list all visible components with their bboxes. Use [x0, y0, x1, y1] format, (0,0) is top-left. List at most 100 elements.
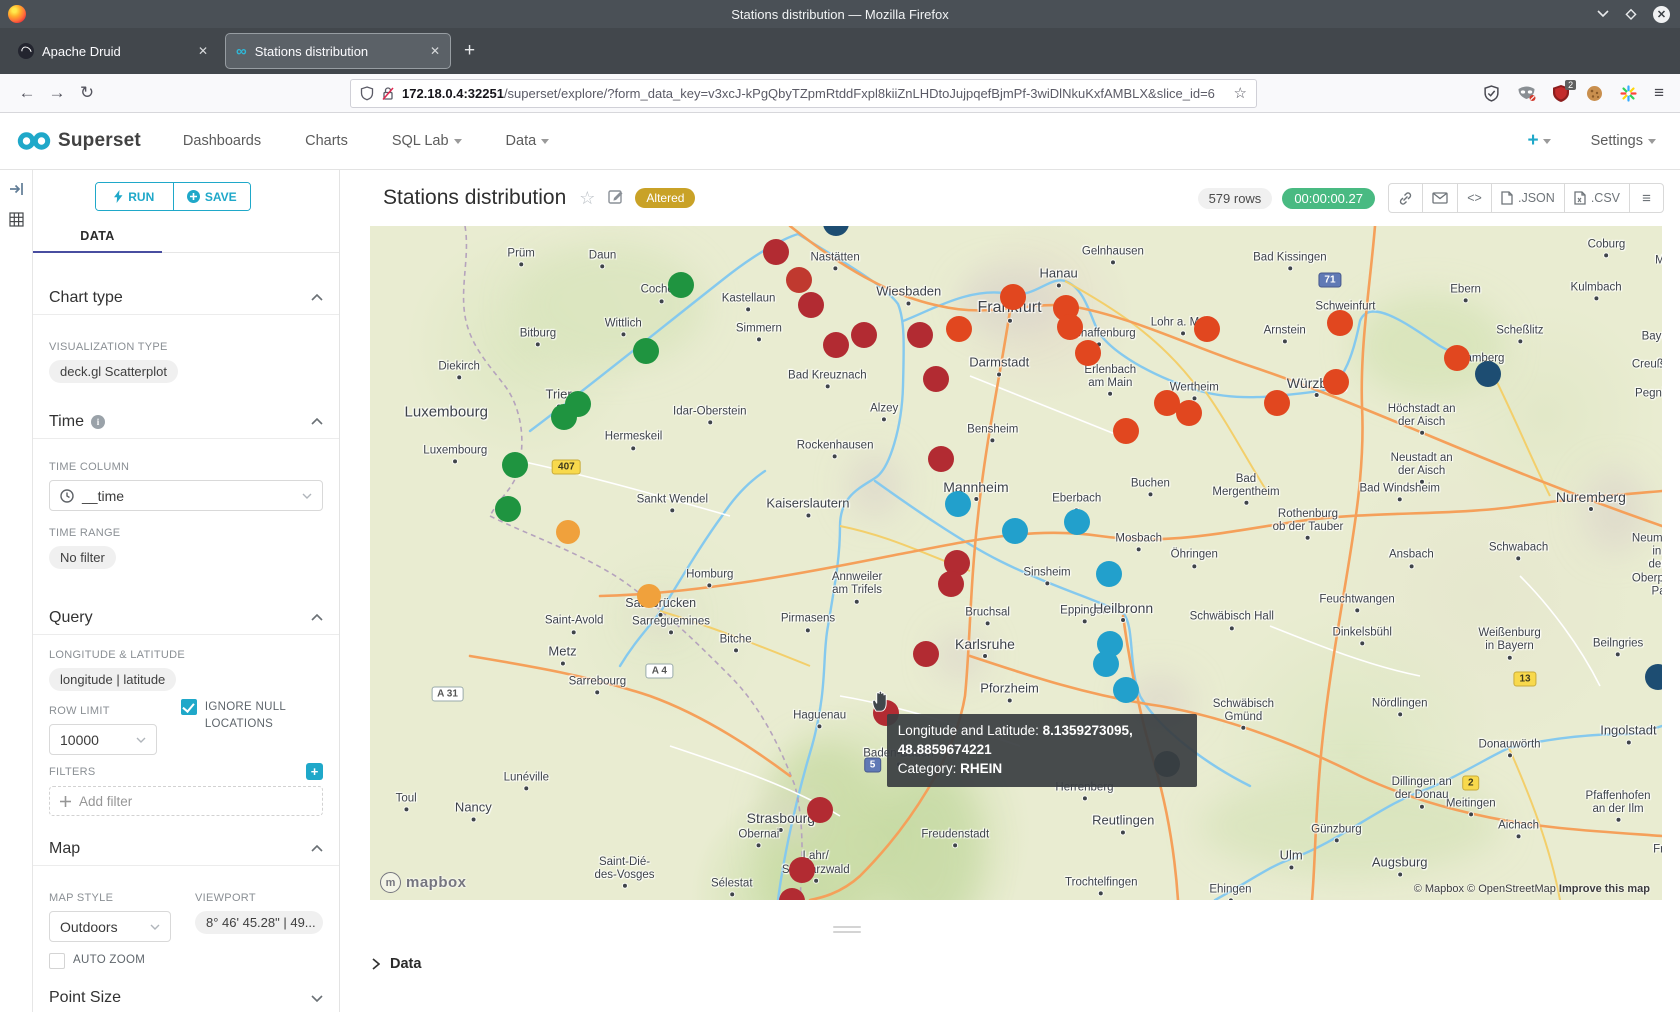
map-point[interactable]: [1176, 400, 1202, 426]
map-point[interactable]: [633, 338, 659, 364]
map-point[interactable]: [913, 641, 939, 667]
time-range-value[interactable]: No filter: [49, 546, 116, 569]
nav-item-dashboards[interactable]: Dashboards: [183, 133, 261, 149]
map-point[interactable]: [907, 322, 933, 348]
map-point[interactable]: [928, 446, 954, 472]
share-link-button[interactable]: [1388, 183, 1423, 213]
save-button[interactable]: SAVE: [173, 183, 251, 210]
minimize-icon[interactable]: [1597, 10, 1609, 18]
superset-logo[interactable]: Superset: [16, 130, 141, 152]
export-csv-button[interactable]: .CSV: [1564, 183, 1630, 213]
add-filter-plus-button[interactable]: +: [306, 763, 323, 780]
dataset-grid-icon[interactable]: [9, 212, 24, 227]
map-point[interactable]: [502, 452, 528, 478]
map-point[interactable]: [1096, 561, 1122, 587]
tab-close-icon[interactable]: ✕: [198, 44, 208, 58]
map-point[interactable]: [851, 322, 877, 348]
tab-apache-druid[interactable]: Apache Druid ✕: [8, 34, 218, 68]
map-point[interactable]: [798, 292, 824, 318]
lock-insecure-icon[interactable]: [381, 86, 395, 101]
back-icon[interactable]: ←: [12, 83, 42, 103]
map-point[interactable]: [668, 272, 694, 298]
mapbox-logo[interactable]: m mapbox: [380, 872, 467, 893]
add-filter-field[interactable]: Add filter: [49, 786, 323, 816]
tab-data[interactable]: DATA: [33, 229, 162, 243]
url-text[interactable]: 172.18.0.4:32251/superset/explore/?form_…: [402, 86, 1227, 101]
map-point[interactable]: [945, 491, 971, 517]
run-button[interactable]: RUN: [96, 183, 173, 210]
data-collapse-header[interactable]: Data: [372, 956, 421, 972]
map-point[interactable]: [1327, 310, 1353, 336]
nav-item-sql-lab[interactable]: SQL Lab: [392, 133, 462, 149]
close-icon[interactable]: ✕: [1653, 6, 1670, 23]
tracking-protection-icon[interactable]: [1483, 85, 1500, 102]
map-point[interactable]: [1444, 345, 1470, 371]
email-button[interactable]: [1422, 183, 1458, 213]
map-point[interactable]: [789, 857, 815, 883]
reload-icon[interactable]: ↻: [72, 83, 102, 103]
nav-item-data[interactable]: Data: [506, 133, 550, 149]
map-point[interactable]: [1113, 677, 1139, 703]
edit-properties-icon[interactable]: [608, 188, 624, 209]
map-point[interactable]: [495, 496, 521, 522]
map-point[interactable]: [1075, 340, 1101, 366]
map-point[interactable]: [1000, 284, 1026, 310]
map-point[interactable]: [938, 571, 964, 597]
map-point[interactable]: [786, 267, 812, 293]
ublock-icon[interactable]: 2: [1553, 85, 1569, 102]
map-point[interactable]: [556, 520, 580, 544]
map-point[interactable]: [1064, 509, 1090, 535]
map-canvas[interactable]: Longitude and Latitude: 8.1359273095, 48…: [370, 226, 1662, 900]
lonlat-value[interactable]: longitude | latitude: [49, 668, 176, 691]
url-bar[interactable]: 172.18.0.4:32251/superset/explore/?form_…: [350, 79, 1257, 108]
map-point[interactable]: [1057, 314, 1083, 340]
viewport-value[interactable]: 8° 46' 45.28" | 49...: [195, 911, 323, 934]
map-point[interactable]: [946, 316, 972, 342]
menu-icon[interactable]: ≡: [1654, 83, 1664, 103]
map-point[interactable]: [1323, 369, 1349, 395]
map-point[interactable]: [823, 332, 849, 358]
map-point[interactable]: [1475, 361, 1501, 387]
section-chart-type[interactable]: Chart type: [33, 281, 339, 315]
export-json-button[interactable]: .JSON: [1491, 183, 1565, 213]
map-style-select[interactable]: Outdoors: [49, 911, 171, 942]
expand-panel-icon[interactable]: [9, 182, 24, 196]
map-attribution[interactable]: © Mapbox © OpenStreetMap Improve this ma…: [1414, 883, 1650, 895]
row-limit-select[interactable]: 10000: [49, 724, 157, 755]
auto-zoom-checkbox[interactable]: [49, 953, 65, 969]
add-new-button[interactable]: +: [1527, 130, 1550, 152]
map-point[interactable]: [1002, 518, 1028, 544]
map-point[interactable]: [1093, 651, 1119, 677]
nav-item-charts[interactable]: Charts: [305, 133, 348, 149]
cookie-icon[interactable]: [1586, 85, 1603, 102]
section-point-size[interactable]: Point Size: [33, 981, 339, 1012]
time-column-select[interactable]: __time: [49, 480, 323, 511]
tab-stations-distribution[interactable]: ∞ Stations distribution ✕: [226, 34, 450, 68]
map-point[interactable]: [1113, 418, 1139, 444]
shield-icon[interactable]: [360, 86, 374, 101]
maximize-icon[interactable]: [1625, 8, 1637, 20]
settings-menu[interactable]: Settings: [1591, 133, 1656, 149]
map-point[interactable]: [1264, 390, 1290, 416]
containers-icon[interactable]: [1620, 85, 1637, 102]
map-point[interactable]: [763, 239, 789, 265]
embed-code-button[interactable]: <>: [1457, 183, 1492, 213]
map-point[interactable]: [923, 366, 949, 392]
favorite-star-icon[interactable]: ☆: [579, 188, 595, 209]
section-query[interactable]: Query: [33, 601, 339, 635]
improve-map-link[interactable]: Improve this map: [1559, 883, 1650, 895]
new-tab-button[interactable]: +: [464, 40, 475, 62]
bookmark-star-icon[interactable]: ☆: [1234, 84, 1247, 102]
tab-close-icon[interactable]: ✕: [430, 44, 440, 58]
section-time[interactable]: Timei: [33, 405, 339, 439]
map-point[interactable]: [637, 584, 661, 608]
section-map[interactable]: Map: [33, 832, 339, 866]
forward-icon[interactable]: →: [42, 83, 72, 103]
map-point[interactable]: [1194, 316, 1220, 342]
map-point[interactable]: [551, 404, 577, 430]
more-options-button[interactable]: ≡: [1629, 183, 1664, 213]
map-point[interactable]: [807, 797, 833, 823]
ignore-null-checkbox[interactable]: [181, 699, 197, 715]
viz-type-value[interactable]: deck.gl Scatterplot: [49, 360, 178, 383]
panel-drag-handle[interactable]: [833, 926, 861, 936]
